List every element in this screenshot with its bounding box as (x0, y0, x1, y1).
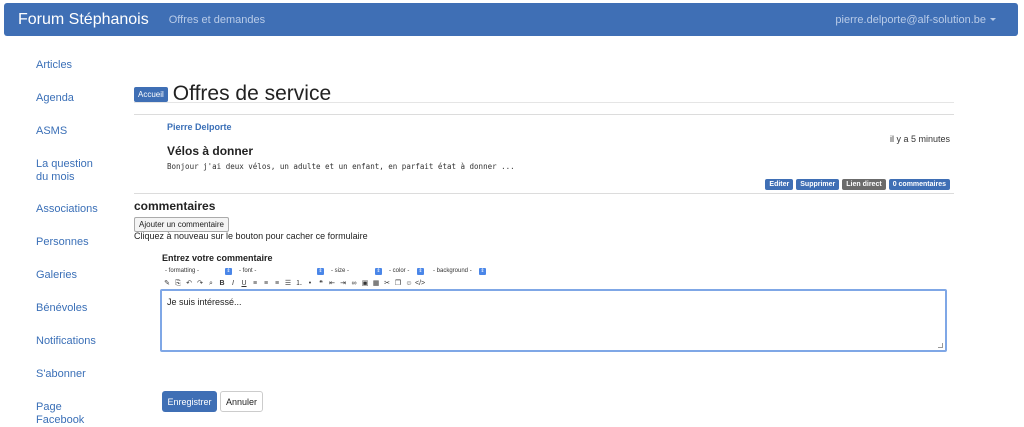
find-icon[interactable]: ⌕ (206, 279, 216, 289)
background-select[interactable]: - background - ⇕ (430, 267, 486, 276)
editor-toolbar: ✎ ⎘ ↶ ↷ ⌕ B I U ≡ ≡ ≡ ☰ ⒈ • ❝ ⇤ ⇥ ∞ ▣ ▦ … (162, 279, 425, 289)
caret-down-icon (990, 18, 996, 21)
post-title: Vélos à donner (167, 144, 254, 158)
select-arrow-icon: ⇕ (417, 268, 424, 275)
indent-icon[interactable]: ⇥ (338, 279, 348, 289)
top-navbar: Forum Stéphanois Offres et demandes pier… (4, 3, 1018, 36)
undo-icon[interactable]: ↶ (184, 279, 194, 289)
clean-icon[interactable]: ✎ (162, 279, 172, 289)
select-arrow-icon: ⇕ (317, 268, 324, 275)
quote-icon[interactable]: ❝ (316, 279, 326, 289)
sidebar-item-associations[interactable]: Associations (36, 203, 106, 216)
emoticon-icon[interactable]: ☺ (404, 279, 414, 289)
post-card: Pierre Delporte il y a 5 minutes Vélos à… (134, 114, 954, 194)
select-arrow-icon: ⇕ (479, 268, 486, 275)
edit-button[interactable]: Editer (765, 179, 794, 190)
color-select[interactable]: - color - ⇕ (386, 267, 424, 276)
paste-icon[interactable]: ⎘ (173, 279, 183, 289)
comments-heading: commentaires (134, 199, 216, 213)
formatting-select[interactable]: - formatting - ⇕ (162, 267, 232, 276)
color-select-label: - color - (389, 268, 410, 274)
comment-text: Je suis intéressé... (167, 297, 242, 307)
sidebar-item-notifications[interactable]: Notifications (36, 335, 106, 348)
sidebar-item-articles[interactable]: Articles (36, 59, 106, 72)
image-icon[interactable]: ▣ (360, 279, 370, 289)
font-select[interactable]: - font - ⇕ (236, 267, 324, 276)
add-comment-button[interactable]: Ajouter un commentaire (134, 217, 229, 232)
divider (134, 102, 954, 103)
save-button[interactable]: Enregistrer (162, 391, 217, 412)
post-author[interactable]: Pierre Delporte (167, 122, 232, 132)
outdent-icon[interactable]: ⇤ (327, 279, 337, 289)
redo-icon[interactable]: ↷ (195, 279, 205, 289)
bold-icon[interactable]: B (217, 279, 227, 289)
align-right-icon[interactable]: ≡ (272, 279, 282, 289)
cut-icon[interactable]: ✂ (382, 279, 392, 289)
italic-icon[interactable]: I (228, 279, 238, 289)
comments-count-button[interactable]: 0 commentaires (888, 179, 950, 190)
cancel-button[interactable]: Annuler (220, 391, 263, 412)
brand-link[interactable]: Forum Stéphanois (18, 11, 149, 29)
font-select-label: - font - (239, 268, 257, 274)
sidebar-item-question-du-mois[interactable]: La question du mois (36, 158, 106, 184)
link-icon[interactable]: ∞ (349, 279, 359, 289)
sidebar-item-benevoles[interactable]: Bénévoles (36, 302, 106, 315)
sidebar-item-asms[interactable]: ASMS (36, 125, 106, 138)
select-arrow-icon: ⇕ (375, 268, 382, 275)
sidebar-item-galeries[interactable]: Galeries (36, 269, 106, 282)
sidebar-item-personnes[interactable]: Personnes (36, 236, 106, 249)
comment-label: Entrez votre commentaire (162, 253, 273, 263)
sidebar-item-sabonner[interactable]: S'abonner (36, 368, 106, 381)
direct-link-button[interactable]: Lien direct (842, 179, 886, 190)
post-actions: Editer Supprimer Lien direct 0 commentai… (765, 179, 950, 190)
nav-link-offres[interactable]: Offres et demandes (169, 14, 265, 26)
resize-handle-icon[interactable] (938, 343, 943, 348)
comment-editor[interactable]: Je suis intéressé... (160, 289, 947, 352)
underline-icon[interactable]: U (239, 279, 249, 289)
sidebar-item-agenda[interactable]: Agenda (36, 92, 106, 105)
ordered-list-icon[interactable]: ⒈ (294, 279, 304, 289)
copy-icon[interactable]: ❐ (393, 279, 403, 289)
page-header: Accueil Offres de service (134, 68, 331, 120)
table-icon[interactable]: ▦ (371, 279, 381, 289)
justify-icon[interactable]: ☰ (283, 279, 293, 289)
align-center-icon[interactable]: ≡ (261, 279, 271, 289)
size-select-label: - size - (331, 268, 349, 274)
size-select[interactable]: - size - ⇕ (328, 267, 382, 276)
editor-dropdowns: - formatting - ⇕ - font - ⇕ - size - ⇕ -… (162, 267, 492, 277)
post-time: il y a 5 minutes (889, 134, 950, 144)
unordered-list-icon[interactable]: • (305, 279, 315, 289)
sidebar-item-page-facebook[interactable]: Page Facebook (36, 401, 86, 427)
align-left-icon[interactable]: ≡ (250, 279, 260, 289)
user-email: pierre.delporte@alf-solution.be (835, 13, 986, 26)
formatting-select-label: - formatting - (165, 268, 200, 274)
user-menu[interactable]: pierre.delporte@alf-solution.be (835, 14, 996, 26)
breadcrumb-accueil[interactable]: Accueil (134, 86, 168, 102)
source-code-icon[interactable]: </> (415, 279, 425, 289)
post-body: Bonjour j'ai deux vélos, un adulte et un… (167, 162, 515, 171)
background-select-label: - background - (433, 268, 472, 274)
form-hint: Cliquez à nouveau sur le bouton pour cac… (134, 231, 368, 241)
delete-button[interactable]: Supprimer (796, 179, 840, 190)
select-arrow-icon: ⇕ (225, 268, 232, 275)
